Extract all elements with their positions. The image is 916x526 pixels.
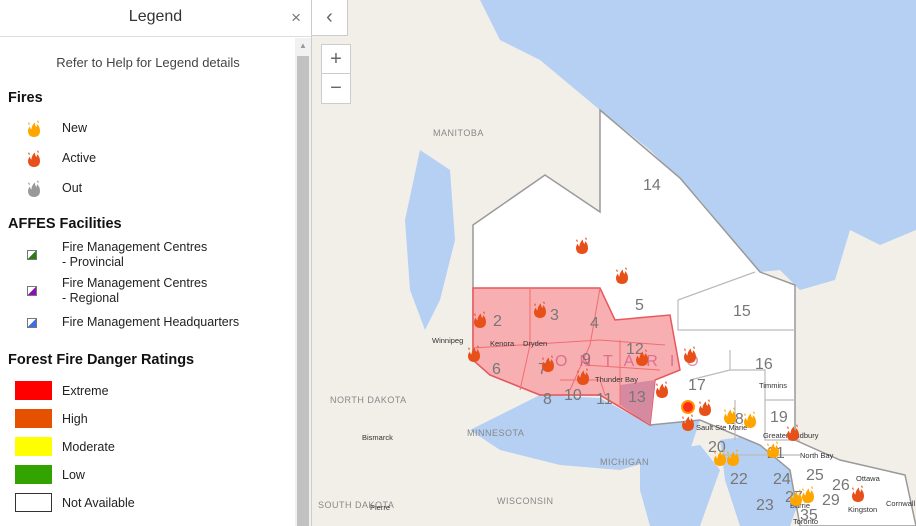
region-label: NORTH DAKOTA (330, 395, 407, 405)
legend-label: New (62, 121, 88, 135)
swatch (15, 493, 52, 512)
zone-label: 13 (628, 389, 646, 406)
scroll-thumb[interactable] (297, 56, 309, 526)
legend-fire-out: Out (0, 178, 296, 198)
region-label: MANITOBA (433, 128, 484, 138)
zone-label: 5 (635, 297, 644, 314)
legend-label: Out (62, 181, 83, 195)
swatch (15, 465, 52, 484)
legend-label: Extreme (62, 383, 109, 398)
city-label: Pierre (370, 503, 390, 512)
zone-label: 8 (543, 391, 552, 408)
legend-label: High (62, 411, 88, 426)
facility-provincial-icon (27, 250, 37, 260)
swatch (15, 409, 52, 428)
facility-hq-icon (27, 317, 37, 328)
region-label: MICHIGAN (600, 457, 649, 467)
zone-label: 2 (493, 313, 502, 330)
city-label: Cornwall (886, 499, 916, 508)
zone-label: 11 (596, 391, 613, 408)
zone-label: 29 (822, 492, 840, 509)
zoom-in-button[interactable]: + (321, 44, 351, 74)
ratings-heading: Forest Fire Danger Ratings (8, 352, 195, 368)
legend-fire-active: Active (0, 148, 296, 168)
legend-label: Low (62, 467, 85, 482)
legend-label: Fire Management Headquarters (62, 315, 240, 329)
fire-new-icon (26, 119, 42, 137)
zone-label: 24 (773, 471, 791, 488)
city-label: Timmins (759, 381, 787, 390)
zone-label: 3 (550, 307, 559, 324)
city-label: Winnipeg (432, 336, 463, 345)
legend-header: Legend × (0, 0, 311, 37)
legend-body: Refer to Help for Legend details Fires N… (0, 38, 296, 526)
zone-label: 19 (770, 409, 788, 426)
legend-facility-hq: Fire Management Headquarters (0, 315, 296, 330)
city-label: Kenora (490, 339, 515, 348)
map-view[interactable]: MANITOBA NORTH DAKOTA MINNESOTA MICHIGAN… (312, 0, 916, 526)
close-icon[interactable]: × (291, 8, 301, 28)
legend-rating-low: Low (0, 465, 296, 484)
legend-rating-high: High (0, 409, 296, 428)
zone-label: 22 (730, 471, 748, 488)
legend-label: Not Available (62, 495, 135, 510)
legend-label: Fire Management Centres (62, 240, 208, 254)
zone-label: 6 (492, 361, 501, 378)
city-label: Dryden (523, 339, 547, 348)
legend-fire-new: New (0, 118, 296, 138)
legend-rating-na: Not Available (0, 493, 296, 512)
city-label: Bismarck (362, 433, 393, 442)
help-text: Refer to Help for Legend details (56, 55, 240, 70)
selected-fire-marker[interactable] (681, 400, 695, 414)
legend-label: Moderate (62, 439, 115, 454)
legend-rating-moderate: Moderate (0, 437, 296, 456)
legend-label: Active (62, 151, 97, 165)
zone-label: 14 (643, 177, 661, 194)
fires-heading: Fires (8, 90, 43, 106)
zone-label: 15 (733, 303, 751, 320)
swatch (15, 381, 52, 400)
scroll-up-icon[interactable]: ▲ (295, 38, 311, 54)
city-label: Kingston (848, 505, 877, 514)
legend-title: Legend (128, 8, 183, 25)
legend-label: Fire Management Centres (62, 276, 208, 290)
zone-label: 4 (590, 315, 599, 332)
zone-label: 16 (755, 356, 773, 373)
swatch (15, 437, 52, 456)
legend-panel: Legend × Refer to Help for Legend detail… (0, 0, 312, 526)
zone-label: 25 (806, 467, 824, 484)
fire-out-icon (26, 179, 42, 197)
zone-label: 17 (688, 377, 706, 394)
collapse-legend-button[interactable]: ‹ (312, 0, 348, 36)
zone-label: 10 (564, 387, 582, 404)
legend-scrollbar[interactable]: ▲ (295, 38, 311, 526)
zone-label: 35 (800, 507, 818, 524)
legend-facility-provincial: Fire Management Centres - Provincial (0, 240, 296, 270)
map-canvas[interactable]: MANITOBA NORTH DAKOTA MINNESOTA MICHIGAN… (312, 0, 916, 526)
legend-label: - Provincial (62, 255, 124, 269)
region-label: WISCONSIN (497, 496, 554, 506)
facilities-heading: AFFES Facilities (8, 216, 122, 232)
facility-regional-icon (27, 286, 37, 296)
legend-label: - Regional (62, 291, 119, 305)
legend-rating-extreme: Extreme (0, 381, 296, 400)
city-label: North Bay (800, 451, 834, 460)
zone-label: 23 (756, 497, 774, 514)
fire-active-icon (26, 149, 42, 167)
region-label: MINNESOTA (467, 428, 524, 438)
zoom-out-button[interactable]: − (321, 74, 351, 104)
city-label: Ottawa (856, 474, 881, 483)
legend-facility-regional: Fire Management Centres - Regional (0, 276, 296, 306)
city-label: Thunder Bay (595, 375, 638, 384)
